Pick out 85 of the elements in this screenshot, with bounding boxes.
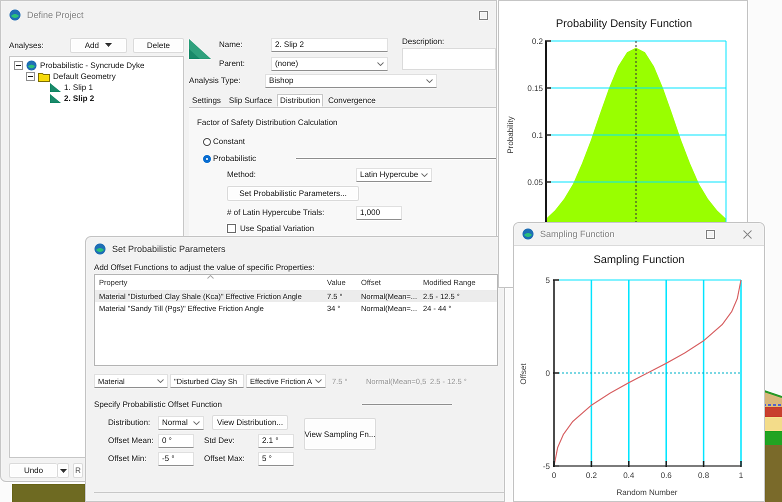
tick-label: 0.8: [698, 471, 710, 480]
radio-circle[interactable]: [203, 138, 211, 146]
field-label: Offset Mean:: [108, 436, 155, 445]
globe-icon: [94, 243, 106, 255]
tab[interactable]: Distribution: [277, 94, 324, 107]
window-title: Sampling Function: [540, 229, 615, 239]
tick-label: 0.2: [586, 471, 597, 480]
chart-title: Probability Density Function: [556, 18, 692, 30]
axis-label: Random Number: [616, 488, 678, 497]
globe-icon: [26, 60, 37, 71]
axis-label: Probability: [506, 116, 515, 154]
maximize-icon[interactable]: [706, 230, 715, 238]
radio-option[interactable]: Probabilistic: [203, 154, 256, 163]
collapse-toggle-icon[interactable]: [14, 61, 23, 70]
tick-label: 0.1: [532, 131, 543, 140]
description-field[interactable]: [402, 48, 496, 70]
spatial-variation-checkbox[interactable]: Use Spatial Variation: [227, 224, 496, 233]
tree-item[interactable]: 2. Slip 2: [64, 94, 94, 103]
tree-item[interactable]: Default Geometry: [53, 72, 116, 81]
undo-dropdown-button[interactable]: [57, 463, 69, 478]
analysis-type-label: Analysis Type:: [189, 76, 242, 85]
tab[interactable]: Settings: [189, 94, 224, 107]
name-label: Name:: [219, 40, 244, 49]
undo-button[interactable]: Undo: [9, 463, 57, 478]
folder-icon: [38, 72, 50, 82]
maximize-icon[interactable]: [479, 10, 488, 20]
globe-icon: [9, 9, 21, 21]
name-field[interactable]: 2. Slip 2: [271, 38, 388, 52]
tick-label: 0: [546, 369, 550, 378]
field-label: Std Dev:: [204, 436, 236, 445]
window-title: Set Probabilistic Parameters: [112, 244, 226, 254]
method-dropdown[interactable]: Latin Hypercube: [356, 168, 432, 182]
radio-option[interactable]: Constant: [203, 137, 246, 146]
delete-button[interactable]: Delete: [132, 38, 184, 52]
add-button[interactable]: Add: [70, 38, 127, 52]
tick-label: 1: [738, 471, 744, 480]
window-title: Define Project: [27, 10, 84, 20]
globe-icon: [522, 228, 534, 240]
view-distribution-button[interactable]: View Distribution...: [212, 415, 288, 430]
parent-dropdown[interactable]: (none): [271, 56, 388, 70]
value-field[interactable]: 2.1 °: [258, 434, 294, 448]
tree-item[interactable]: 1. Slip 1: [64, 83, 93, 92]
close-icon[interactable]: [743, 230, 752, 238]
caret-icon: [104, 43, 112, 47]
caret-icon: [60, 468, 66, 472]
method-label: Method:: [227, 170, 257, 179]
analyses-label: Analyses:: [9, 40, 45, 50]
field-label: Offset Max:: [204, 454, 246, 463]
tick-label: 0.4: [623, 471, 634, 480]
group-title: Specify Probabilistic Offset Function: [94, 400, 222, 409]
view-sampling-button[interactable]: View Sampling Fn...: [304, 418, 376, 450]
parent-label: Parent:: [219, 59, 246, 68]
tick-label: 0.6: [660, 471, 672, 480]
redo-button[interactable]: R: [73, 463, 83, 478]
distribution-dropdown[interactable]: Normal: [158, 416, 204, 430]
trials-field[interactable]: 1,000: [356, 206, 402, 220]
chart-title: Sampling Function: [593, 254, 685, 266]
checkbox[interactable]: [227, 224, 236, 233]
collapse-toggle-icon[interactable]: [26, 72, 35, 81]
axis-label: Offset: [519, 363, 528, 385]
tick-label: -5: [542, 462, 550, 471]
value-field[interactable]: 0 °: [158, 434, 194, 448]
tree-item[interactable]: Probabilistic - Syncrude Dyke: [40, 61, 144, 70]
field-label: Offset Min:: [108, 454, 148, 463]
tab[interactable]: Slip Surface: [226, 94, 276, 107]
triangle-icon: [189, 39, 211, 59]
triangle-icon: [50, 83, 61, 92]
tick-label: 5: [546, 276, 550, 285]
value-field[interactable]: 5 °: [258, 452, 294, 466]
distribution-label: Distribution:: [108, 418, 152, 427]
group-title: Factor of Safety Distribution Calculation: [197, 118, 339, 127]
trials-label: # of Latin Hypercube Trials:: [227, 208, 326, 217]
analysis-type-dropdown[interactable]: Bishop: [265, 74, 437, 88]
description-label: Description:: [402, 37, 446, 46]
triangle-icon: [50, 94, 61, 103]
radio-circle[interactable]: [203, 154, 211, 162]
instruction-text: Add Offset Functions to adjust the value of specific Properties:: [94, 263, 316, 272]
tab[interactable]: Convergence: [325, 94, 379, 107]
sort-caret-icon: [207, 275, 214, 279]
tick-label: 0.05: [527, 178, 543, 187]
tick-label: 0: [552, 471, 556, 480]
value-field[interactable]: -5 °: [158, 452, 194, 466]
tick-label: 0.2: [532, 37, 543, 46]
tick-label: 0.15: [527, 84, 543, 93]
set-parameters-button[interactable]: Set Probabilistic Parameters...: [227, 186, 359, 201]
